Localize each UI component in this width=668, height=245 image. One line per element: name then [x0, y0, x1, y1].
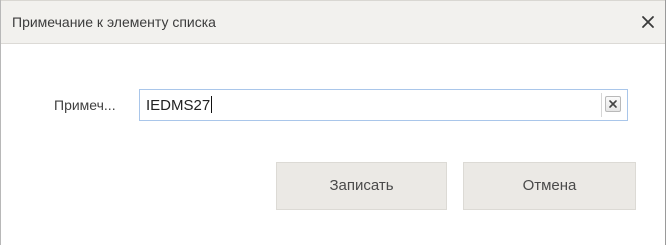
- note-field-label: Примеч...: [54, 97, 116, 113]
- close-icon[interactable]: [637, 10, 659, 34]
- note-input-value[interactable]: IEDMS27: [146, 96, 213, 115]
- note-input-text[interactable]: IEDMS27: [146, 97, 210, 114]
- save-button[interactable]: Записать: [276, 162, 447, 210]
- clear-icon[interactable]: [605, 96, 621, 112]
- cancel-button[interactable]: Отмена: [463, 162, 636, 210]
- dialog-titlebar[interactable]: Примечание к элементу списка: [1, 0, 665, 44]
- note-input[interactable]: IEDMS27: [139, 89, 628, 121]
- note-dialog: Примечание к элементу списка Примеч... I…: [0, 0, 666, 245]
- text-caret: [211, 96, 213, 113]
- field-separator: [601, 93, 602, 117]
- dialog-title: Примечание к элементу списка: [12, 14, 216, 30]
